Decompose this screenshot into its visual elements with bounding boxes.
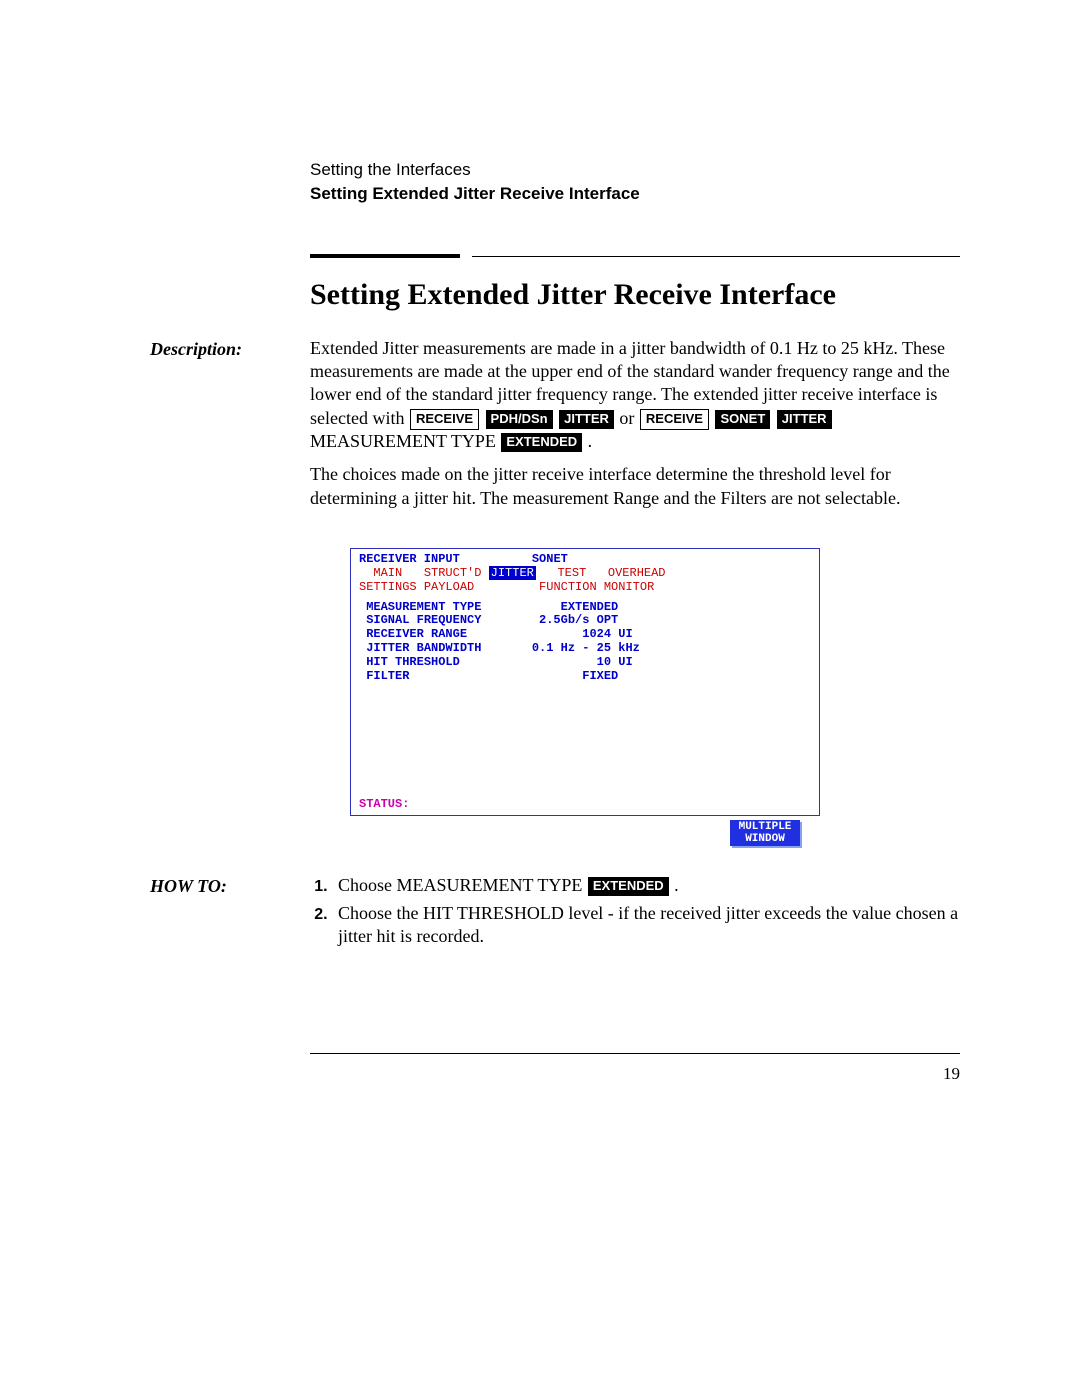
description-label: Description: bbox=[150, 337, 310, 360]
description-p1: Extended Jitter measurements are made in… bbox=[310, 337, 960, 454]
page-title: Setting Extended Jitter Receive Interfac… bbox=[310, 278, 850, 313]
tab-monitor: MONITOR bbox=[604, 580, 654, 594]
value-sig-freq: 2.5Gb/s OPT bbox=[539, 613, 618, 627]
label-meas-type: MEASUREMENT TYPE bbox=[366, 600, 481, 614]
screen-row-hitthr: HIT THRESHOLD 10 UI bbox=[359, 656, 811, 670]
tab-jitter: JITTER bbox=[489, 566, 536, 580]
value-meas-type: EXTENDED bbox=[561, 600, 619, 614]
pdhdsn-key: PDH/DSn bbox=[486, 410, 553, 429]
title-rule bbox=[310, 254, 960, 258]
screen-row-sigfreq: SIGNAL FREQUENCY 2.5Gb/s OPT bbox=[359, 614, 811, 628]
label-rx-range: RECEIVER RANGE bbox=[366, 627, 467, 641]
instrument-screenshot: RECEIVER INPUT SONET MAIN STRUCT'D JITTE… bbox=[350, 548, 820, 846]
screen-row-meas: MEASUREMENT TYPE EXTENDED bbox=[359, 601, 811, 615]
value-filter: FIXED bbox=[582, 669, 618, 683]
document-page: Setting the Interfaces Setting Extended … bbox=[0, 0, 1080, 1164]
desc-or: or bbox=[619, 408, 639, 428]
value-jit-bw: 0.1 Hz - 25 kHz bbox=[532, 641, 640, 655]
sonet-key: SONET bbox=[715, 410, 770, 429]
description-body: Extended Jitter measurements are made in… bbox=[310, 337, 960, 521]
howto-row: HOW TO: Choose MEASUREMENT TYPE EXTENDED… bbox=[150, 874, 960, 952]
receive-key: RECEIVE bbox=[410, 409, 479, 430]
thin-rule bbox=[472, 256, 960, 257]
description-p2: The choices made on the jitter receive i… bbox=[310, 463, 960, 510]
screen-row-rxrange: RECEIVER RANGE 1024 UI bbox=[359, 628, 811, 642]
step1-text-a: Choose MEASUREMENT TYPE bbox=[338, 875, 587, 895]
label-jit-bw: JITTER BANDWIDTH bbox=[366, 641, 481, 655]
tab-function: FUNCTION bbox=[539, 580, 597, 594]
multwin-line2: WINDOW bbox=[730, 833, 800, 845]
multiple-window-button[interactable]: MULTIPLE WINDOW bbox=[730, 820, 800, 846]
screen-title-left: RECEIVER INPUT bbox=[359, 552, 460, 566]
screen-panel: RECEIVER INPUT SONET MAIN STRUCT'D JITTE… bbox=[350, 548, 820, 816]
howto-body: Choose MEASUREMENT TYPE EXTENDED . Choos… bbox=[310, 874, 960, 952]
jitter-key-2: JITTER bbox=[777, 410, 832, 429]
screen-status: STATUS: bbox=[359, 797, 409, 811]
screen-title-row: RECEIVER INPUT SONET bbox=[359, 553, 811, 567]
label-filter: FILTER bbox=[366, 669, 409, 683]
thick-rule bbox=[310, 254, 460, 258]
label-sig-freq: SIGNAL FREQUENCY bbox=[366, 613, 481, 627]
tab-overhead: OVERHEAD bbox=[608, 566, 666, 580]
multwin-line1: MULTIPLE bbox=[730, 821, 800, 833]
howto-steps: Choose MEASUREMENT TYPE EXTENDED . Choos… bbox=[310, 874, 960, 948]
spacer bbox=[460, 552, 532, 566]
tab-settings: SETTINGS bbox=[359, 580, 417, 594]
chapter-name: Setting the Interfaces bbox=[310, 160, 960, 180]
howto-step-1: Choose MEASUREMENT TYPE EXTENDED . bbox=[332, 874, 960, 897]
howto-label: HOW TO: bbox=[150, 874, 310, 897]
step1-text-b: . bbox=[674, 875, 679, 895]
value-hit-thr: 10 UI bbox=[597, 655, 633, 669]
screen-tabs-row1: MAIN STRUCT'D JITTER TEST OVERHEAD bbox=[359, 567, 811, 581]
value-rx-range: 1024 UI bbox=[582, 627, 632, 641]
screen-row-jitbw: JITTER BANDWIDTH 0.1 Hz - 25 kHz bbox=[359, 642, 811, 656]
tab-main: MAIN bbox=[373, 566, 402, 580]
running-header: Setting the Interfaces Setting Extended … bbox=[310, 160, 960, 204]
label-hit-thr: HIT THRESHOLD bbox=[366, 655, 460, 669]
description-row: Description: Extended Jitter measurement… bbox=[150, 337, 960, 521]
screen-row-filter: FILTER FIXED bbox=[359, 670, 811, 684]
howto-step-2: Choose the HIT THRESHOLD level - if the … bbox=[332, 902, 960, 949]
screen-tabs-row2: SETTINGS PAYLOAD FUNCTION MONITOR bbox=[359, 581, 811, 595]
screen-title-right: SONET bbox=[532, 552, 568, 566]
page-number: 19 bbox=[150, 1064, 960, 1084]
desc-meas-type: MEASUREMENT TYPE bbox=[310, 431, 500, 451]
extended-key-2: EXTENDED bbox=[588, 877, 669, 896]
tab-payload: PAYLOAD bbox=[424, 580, 474, 594]
tab-structd: STRUCT'D bbox=[424, 566, 482, 580]
footer-rule bbox=[310, 1053, 960, 1054]
desc-period: . bbox=[588, 431, 593, 451]
section-name: Setting Extended Jitter Receive Interfac… bbox=[310, 184, 960, 204]
extended-key: EXTENDED bbox=[501, 433, 582, 452]
jitter-key: JITTER bbox=[559, 410, 614, 429]
tab-test: TEST bbox=[557, 566, 586, 580]
receive-key-2: RECEIVE bbox=[640, 409, 709, 430]
